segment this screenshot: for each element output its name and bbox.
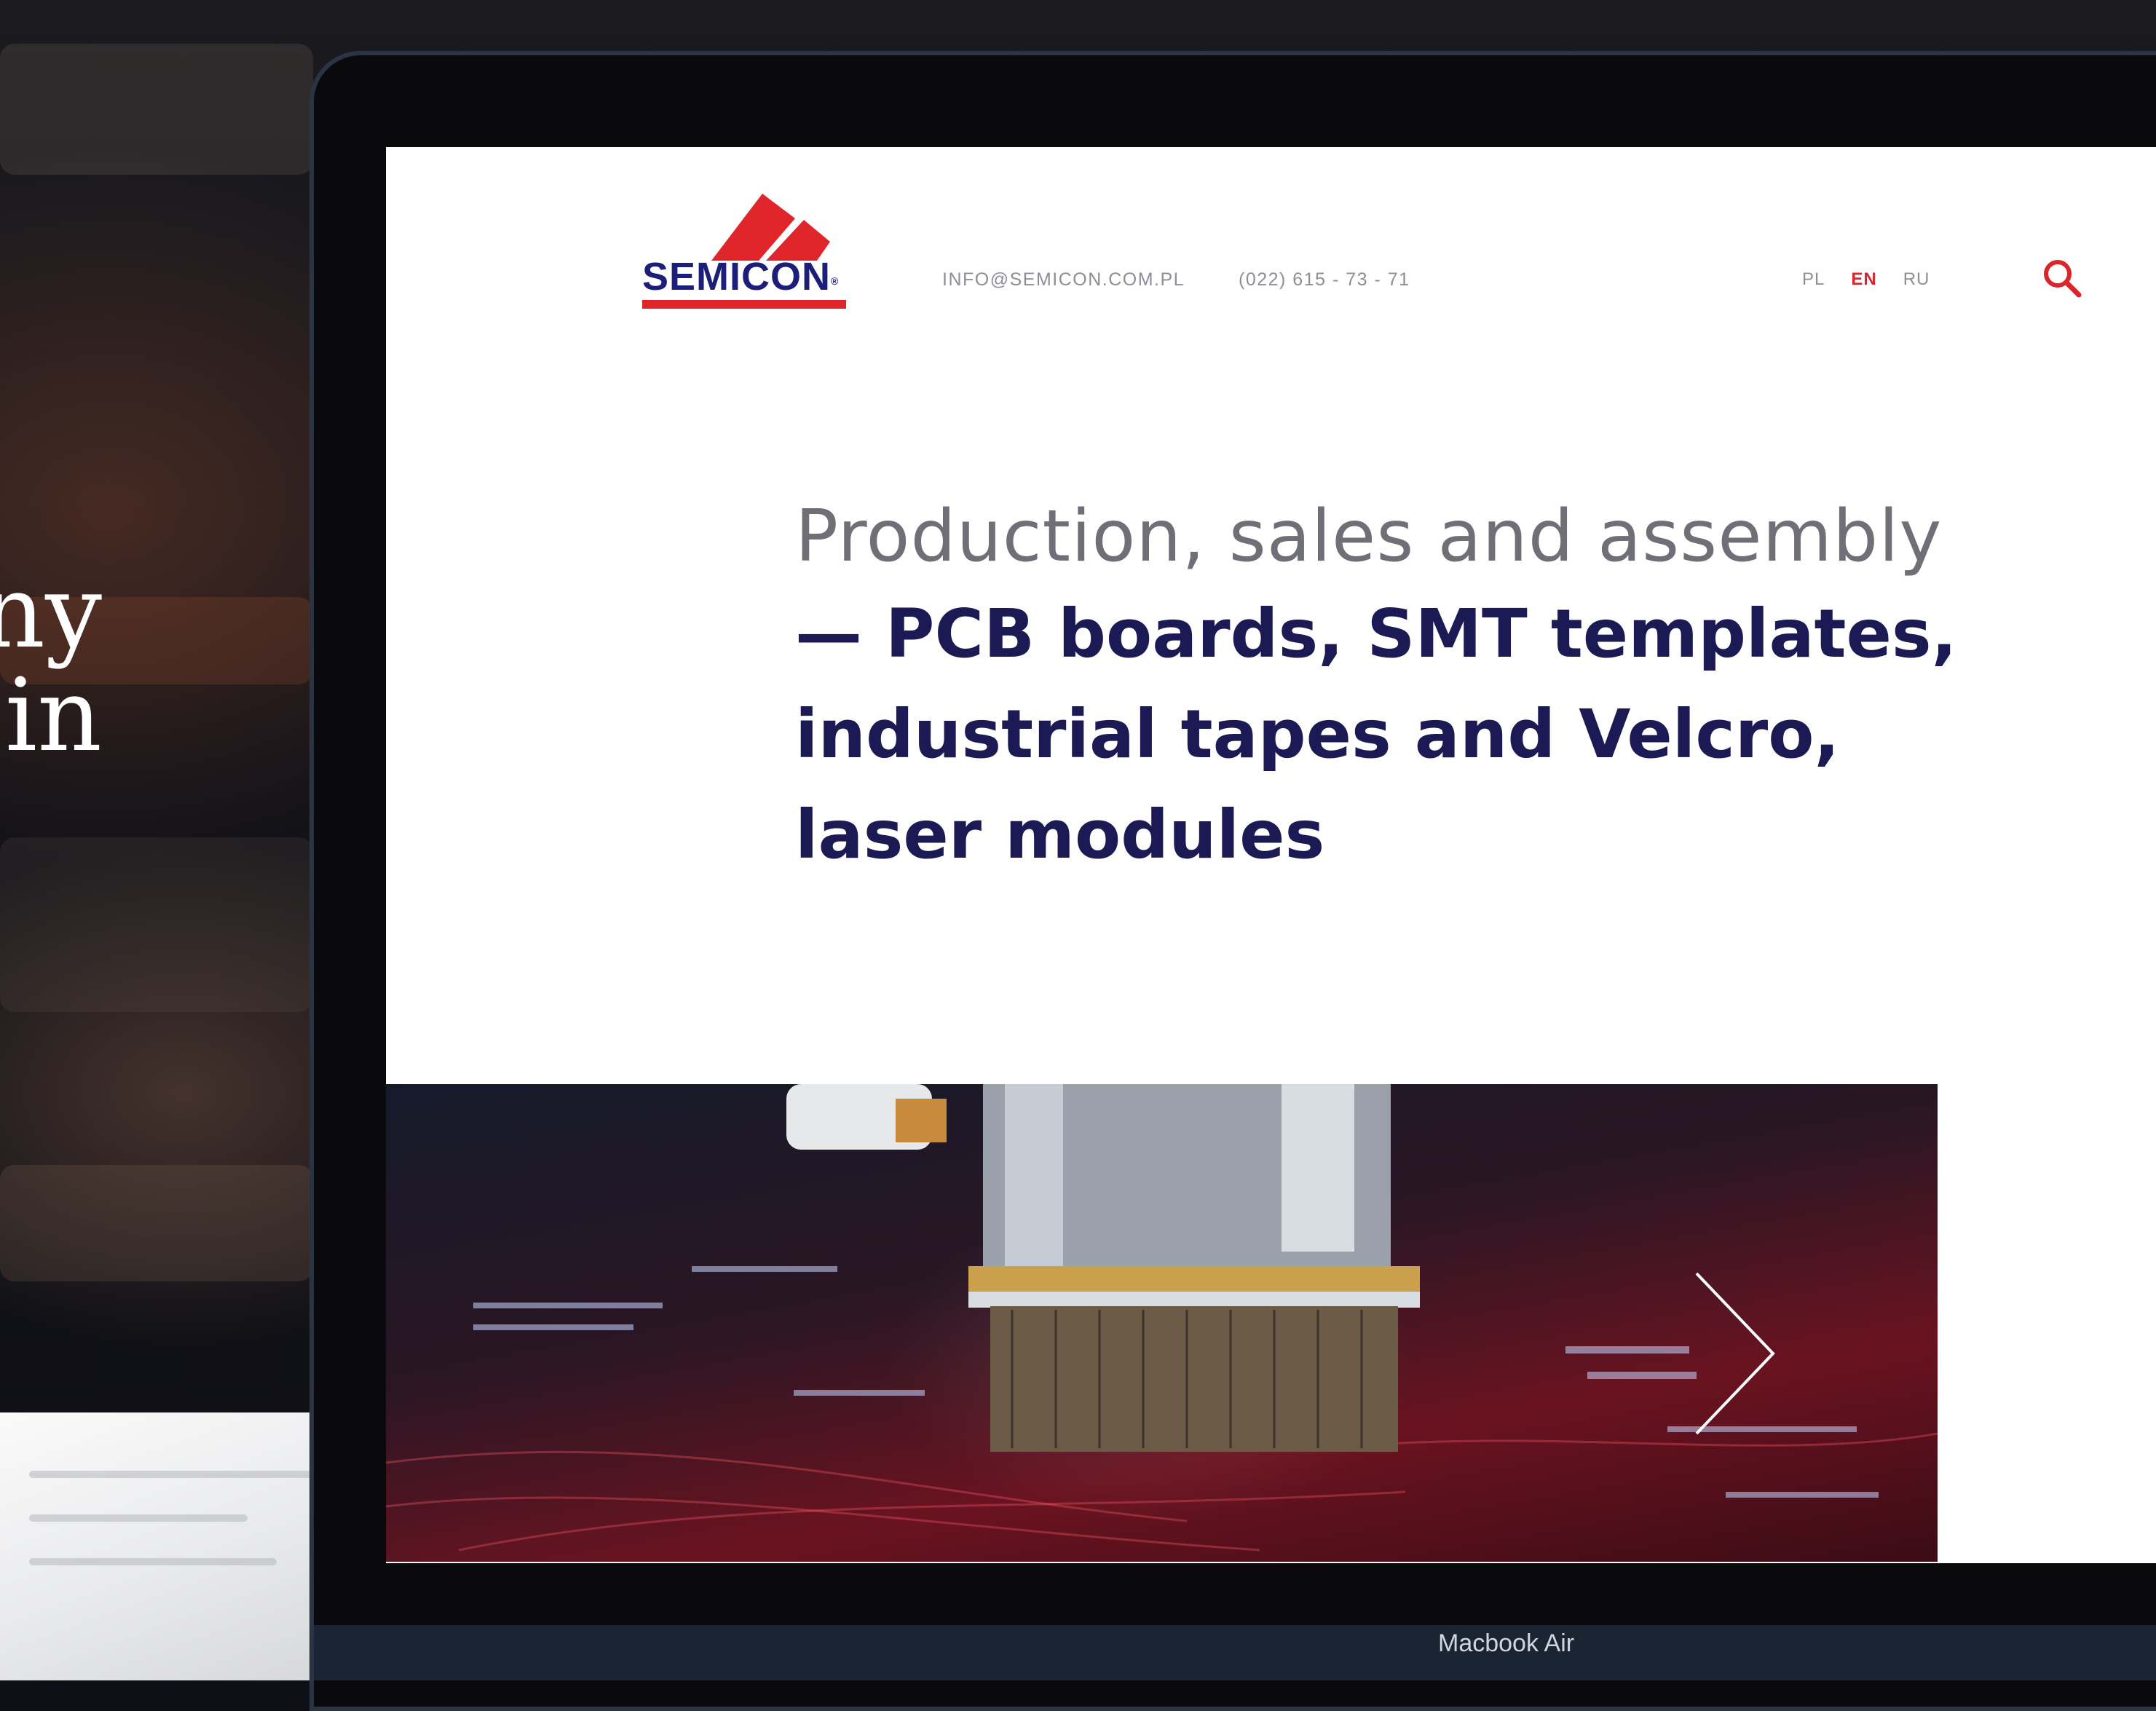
background-blur <box>0 44 313 175</box>
logo-text: SEMICON® <box>642 256 861 297</box>
background-card <box>0 1412 313 1680</box>
logo-wordmark: SEMICON <box>642 255 832 299</box>
hero-slider-image <box>386 1084 1938 1562</box>
website-screen: SEMICON® INFO@SEMICON.COM.PL (022) 615 -… <box>386 147 2156 1563</box>
language-switcher: PL EN RU <box>1802 269 1930 290</box>
background-headline: ny in <box>0 561 102 767</box>
background-card-line <box>29 1471 313 1478</box>
semicon-logo[interactable]: SEMICON® <box>642 175 868 313</box>
background-blur <box>0 1165 313 1281</box>
laptop-bezel <box>314 1625 2156 1680</box>
background-blur <box>0 837 313 1012</box>
hero-title: — PCB boards, SMT templates, industrial … <box>795 595 1957 874</box>
device-model-label: Macbook Air <box>1438 1629 1575 1657</box>
logo-mark-icon <box>711 194 830 261</box>
lang-en[interactable]: EN <box>1851 269 1876 290</box>
contact-phone-link[interactable]: (022) 615 - 73 - 71 <box>1239 269 1410 291</box>
lang-pl[interactable]: PL <box>1802 269 1825 290</box>
background-card-line <box>29 1558 277 1565</box>
slider-next-button[interactable] <box>1682 1259 1784 1448</box>
background-headline-line: in <box>4 657 102 774</box>
lang-ru[interactable]: RU <box>1903 269 1930 290</box>
logo-underline <box>642 300 846 309</box>
search-icon <box>2044 260 2082 298</box>
registered-mark: ® <box>831 275 840 287</box>
background-headline-line: ny <box>0 553 102 671</box>
contact-email-link[interactable]: INFO@SEMICON.COM.PL <box>942 269 1185 291</box>
hero-subtitle: Production, sales and assembly <box>795 495 1943 578</box>
search-button[interactable] <box>2039 255 2085 301</box>
background-card-line <box>29 1514 248 1522</box>
chevron-right-icon <box>1695 1272 1775 1435</box>
